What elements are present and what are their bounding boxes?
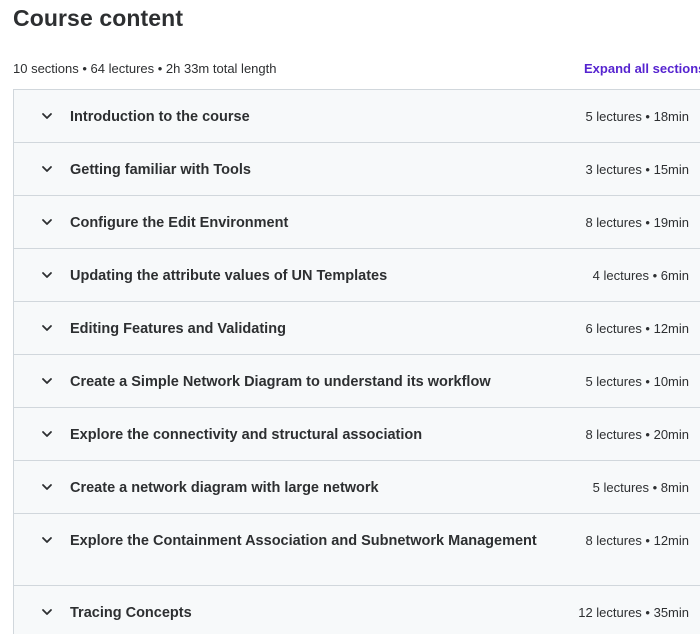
chevron-down-icon	[41, 606, 53, 618]
chevron-down-icon	[41, 375, 53, 387]
summary-row: 10 sections • 64 lectures • 2h 33m total…	[13, 61, 700, 79]
chevron-down-icon	[41, 269, 53, 281]
section-title: Editing Features and Validating	[70, 321, 286, 337]
section-title: Explore the Containment Association and …	[70, 533, 537, 549]
section-list: Introduction to the course 5 lectures • …	[13, 89, 700, 634]
section-title: Introduction to the course	[70, 109, 250, 125]
section-item[interactable]: Editing Features and Validating 6 lectur…	[14, 302, 700, 355]
chevron-down-icon	[41, 110, 53, 122]
course-content-page: Course content 10 sections • 64 lectures…	[0, 0, 700, 634]
section-meta: 12 lectures • 35min	[578, 605, 689, 620]
section-meta: 6 lectures • 12min	[585, 321, 689, 336]
section-meta: 8 lectures • 19min	[585, 215, 689, 230]
section-meta: 4 lectures • 6min	[592, 268, 689, 283]
section-item[interactable]: Introduction to the course 5 lectures • …	[14, 90, 700, 143]
section-title: Create a Simple Network Diagram to under…	[70, 374, 491, 390]
section-item[interactable]: Explore the Containment Association and …	[14, 514, 700, 586]
section-title: Tracing Concepts	[70, 605, 192, 621]
chevron-down-icon	[41, 216, 53, 228]
course-summary: 10 sections • 64 lectures • 2h 33m total…	[13, 61, 277, 76]
chevron-down-icon	[41, 163, 53, 175]
section-title: Explore the connectivity and structural …	[70, 427, 423, 443]
section-item[interactable]: Create a network diagram with large netw…	[14, 461, 700, 514]
section-title: Updating the attribute values of UN Temp…	[70, 268, 388, 284]
section-title: Configure the Edit Environment	[70, 215, 289, 231]
section-meta: 5 lectures • 8min	[592, 480, 689, 495]
section-meta: 8 lectures • 12min	[585, 533, 689, 548]
page-title: Course content	[13, 5, 184, 31]
section-meta: 5 lectures • 10min	[585, 374, 689, 389]
section-item[interactable]: Getting familiar with Tools 3 lectures •…	[14, 143, 700, 196]
chevron-down-icon	[41, 322, 53, 334]
expand-all-sections-button[interactable]: Expand all sections	[584, 61, 700, 76]
section-item[interactable]: Create a Simple Network Diagram to under…	[14, 355, 700, 408]
section-title: Getting familiar with Tools	[70, 162, 251, 178]
section-meta: 3 lectures • 15min	[585, 162, 689, 177]
section-item[interactable]: Explore the connectivity and structural …	[14, 408, 700, 461]
chevron-down-icon	[41, 534, 53, 546]
chevron-down-icon	[41, 428, 53, 440]
chevron-down-icon	[41, 481, 53, 493]
section-item[interactable]: Configure the Edit Environment 8 lecture…	[14, 196, 700, 249]
section-title: Create a network diagram with large netw…	[70, 480, 379, 496]
section-item[interactable]: Tracing Concepts 12 lectures • 35min	[14, 586, 700, 634]
section-meta: 5 lectures • 18min	[585, 109, 689, 124]
section-meta: 8 lectures • 20min	[585, 427, 689, 442]
section-item[interactable]: Updating the attribute values of UN Temp…	[14, 249, 700, 302]
